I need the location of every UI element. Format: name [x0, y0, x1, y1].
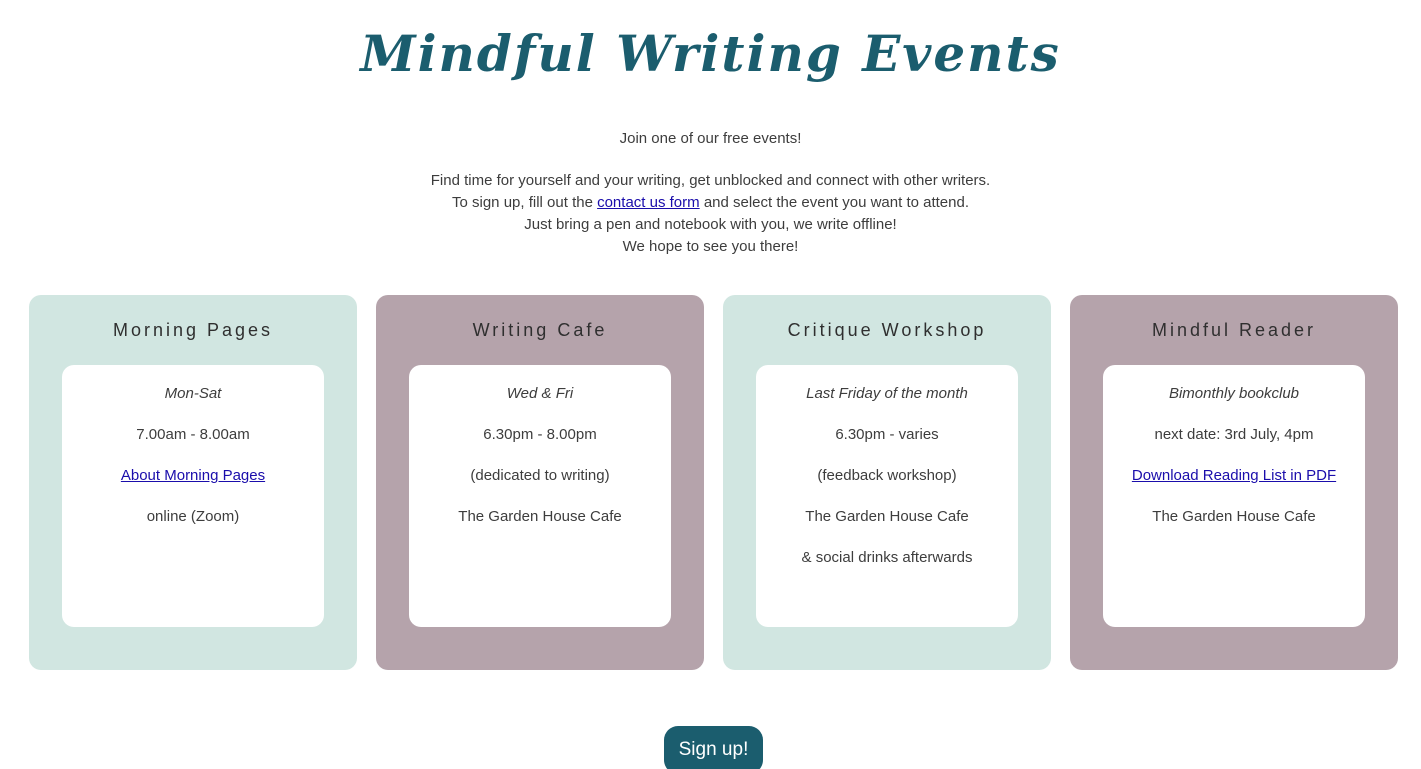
intro-line-4: We hope to see you there! [622, 238, 799, 255]
event-note: (dedicated to writing) [470, 467, 610, 484]
event-details-critique-workshop: Last Friday of the month 6.30pm - varies… [756, 365, 1018, 627]
intro-lead: Join one of our free events! [619, 130, 802, 147]
event-note: (feedback workshop) [817, 467, 957, 484]
event-title-writing-cafe: Writing Cafe [472, 320, 608, 340]
event-extra: & social drinks afterwards [801, 549, 973, 566]
intro-line-3: Just bring a pen and notebook with you, … [524, 216, 897, 233]
event-time: 6.30pm - varies [835, 426, 939, 443]
page-title: Mindful Writing Events [360, 24, 1061, 83]
event-details-mindful-reader: Bimonthly bookclub next date: 3rd July, … [1103, 365, 1365, 627]
intro-text: Join one of our free events! Find time f… [0, 128, 1421, 258]
event-schedule: Wed & Fri [506, 385, 574, 402]
contact-us-link[interactable]: contact us form [597, 194, 700, 211]
intro-line-2: To sign up, fill out the contact us form… [0, 192, 1421, 214]
event-location: The Garden House Cafe [1152, 508, 1316, 525]
event-details-writing-cafe: Wed & Fri 6.30pm - 8.00pm (dedicated to … [409, 365, 671, 627]
download-reading-list-link[interactable]: Download Reading List in PDF [1132, 467, 1336, 484]
event-details-morning-pages: Mon-Sat 7.00am - 8.00am About Morning Pa… [62, 365, 324, 627]
event-schedule: Bimonthly bookclub [1168, 385, 1300, 402]
event-location: The Garden House Cafe [805, 508, 969, 525]
event-time: 6.30pm - 8.00pm [483, 426, 597, 443]
event-location: online (Zoom) [146, 508, 240, 525]
intro-line-2-after: and select the event you want to attend. [703, 194, 969, 211]
event-location: The Garden House Cafe [458, 508, 622, 525]
event-title-mindful-reader: Mindful Reader [1151, 320, 1317, 340]
event-time: 7.00am - 8.00am [136, 426, 250, 443]
event-schedule: Mon-Sat [164, 385, 222, 402]
event-time: next date: 3rd July, 4pm [1154, 426, 1314, 443]
intro-line-2-before: To sign up, fill out the [452, 194, 593, 211]
signup-button[interactable]: Sign up! [664, 726, 763, 769]
event-title-critique-workshop: Critique Workshop [787, 320, 987, 340]
event-title-morning-pages: Morning Pages [112, 320, 274, 340]
about-morning-pages-link[interactable]: About Morning Pages [121, 467, 265, 484]
intro-line-1: Find time for yourself and your writing,… [430, 172, 991, 189]
event-schedule: Last Friday of the month [806, 385, 968, 402]
